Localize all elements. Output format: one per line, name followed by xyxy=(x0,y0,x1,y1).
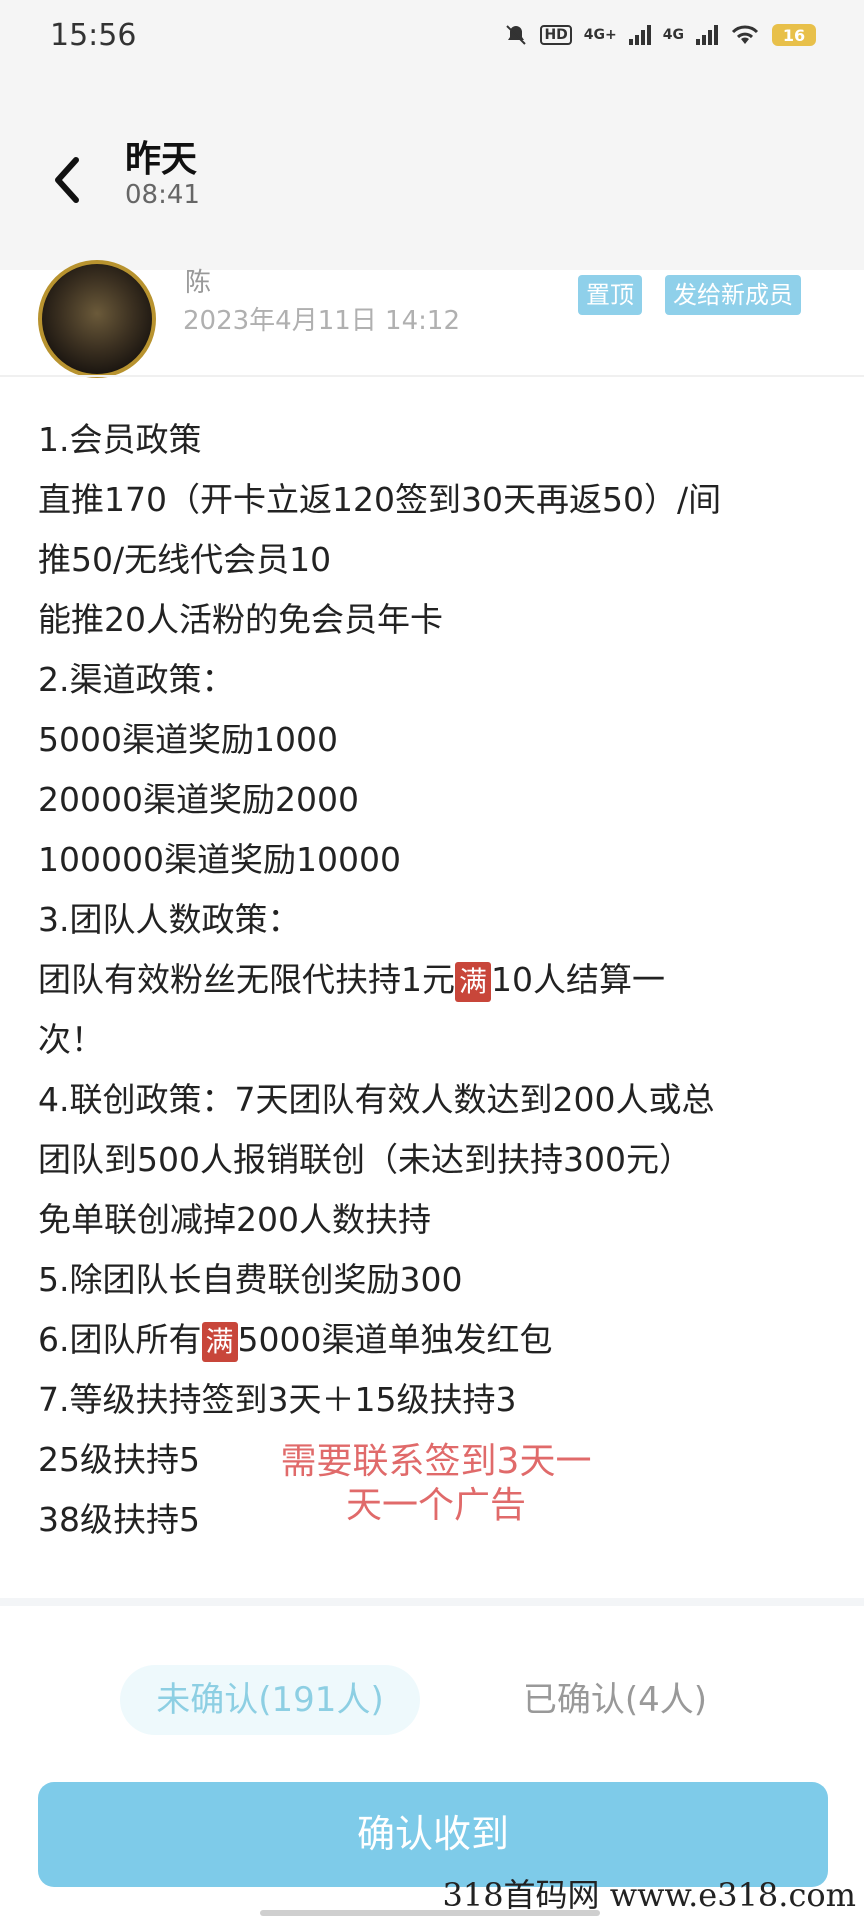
send-new-member-tag: 发给新成员 xyxy=(665,275,801,315)
content-line: 2.渠道政策： xyxy=(38,660,235,699)
announcement-content: 1.会员政策 直推170（开卡立返120签到30天再返50）/间 推50/无线代… xyxy=(38,410,838,1550)
section-gap xyxy=(0,1598,864,1606)
mute-bell-icon xyxy=(504,23,528,47)
signal-label-1: 4G+ xyxy=(583,27,617,43)
status-time: 15:56 xyxy=(50,17,137,53)
back-button[interactable] xyxy=(48,150,88,210)
content-line: 7.等级扶持签到3天＋15级扶持3 xyxy=(38,1380,517,1419)
post-meta: 陈 2023年4月11日 14:12 置顶 发给新成员 xyxy=(0,260,864,378)
content-line: 次！ xyxy=(38,1020,104,1059)
note-line: 天一个广告 xyxy=(345,1485,526,1526)
content-text: 10人结算一 xyxy=(491,960,666,999)
hd-label: HD xyxy=(540,25,572,45)
note-line: 需要联系签到3天一 xyxy=(280,1441,592,1482)
content-line: 4.联创政策：7天团队有效人数达到200人或总 xyxy=(38,1080,715,1119)
divider xyxy=(0,375,864,377)
header-title: 昨天 xyxy=(125,139,198,180)
full-badge: 满 xyxy=(201,1321,238,1362)
signal-bars-icon xyxy=(628,25,651,45)
content-line: 免单联创减掉200人数扶持 xyxy=(38,1200,431,1239)
content-line: 1.会员政策 xyxy=(38,420,202,459)
content-line: 20000渠道奖励2000 xyxy=(38,780,359,819)
battery-icon: 16 xyxy=(772,24,816,46)
chevron-left-icon xyxy=(55,157,79,203)
content-text: 6.团队所有 xyxy=(38,1320,202,1359)
content-line: 团队有效粉丝无限代扶持1元满 10人结算一 xyxy=(38,950,838,1010)
pinned-tag: 置顶 xyxy=(578,275,642,315)
tab-unconfirmed[interactable]: 未确认(191人) xyxy=(120,1665,420,1735)
avatar[interactable] xyxy=(38,260,156,378)
content-line: 3.团队人数政策： xyxy=(38,900,301,939)
content-text: 5000渠道单独发红包 xyxy=(237,1320,553,1359)
status-bar: 15:56 HD 4G+ 4G 16 xyxy=(0,0,864,70)
content-line: 直推170（开卡立返120签到30天再返50）/间 xyxy=(38,480,722,519)
full-badge: 满 xyxy=(455,961,492,1002)
content-line: 5000渠道奖励1000 xyxy=(38,720,338,759)
watermark: 318首码网 www.e318.com xyxy=(442,1876,856,1914)
post-date: 2023年4月11日 14:12 xyxy=(183,306,460,336)
content-line: 6.团队所有满 5000渠道单独发红包 xyxy=(38,1310,838,1370)
content-line: 推50/无线代会员10 xyxy=(38,540,332,579)
status-icons: HD 4G+ 4G 16 xyxy=(504,23,816,47)
author-name: 陈 xyxy=(185,268,212,298)
content-line: 团队到500人报销联创（未达到扶持300元） xyxy=(38,1140,692,1179)
wifi-icon xyxy=(730,24,760,46)
handwritten-note: 需要联系签到3天一 天一个广告 xyxy=(256,1440,616,1528)
content-line: 5.除团队长自费联创奖励300 xyxy=(38,1260,463,1299)
tab-confirmed[interactable]: 已确认(4人) xyxy=(500,1665,730,1735)
header-time: 08:41 xyxy=(125,180,200,210)
chat-header: 昨天 08:41 xyxy=(0,70,864,270)
content-text: 团队有效粉丝无限代扶持1元 xyxy=(38,960,455,999)
signal-bars-icon xyxy=(696,25,718,45)
signal-label-2: 4G xyxy=(662,27,684,43)
content-line: 能推20人活粉的免会员年卡 xyxy=(38,600,443,639)
content-line: 100000渠道奖励10000 xyxy=(38,840,401,879)
